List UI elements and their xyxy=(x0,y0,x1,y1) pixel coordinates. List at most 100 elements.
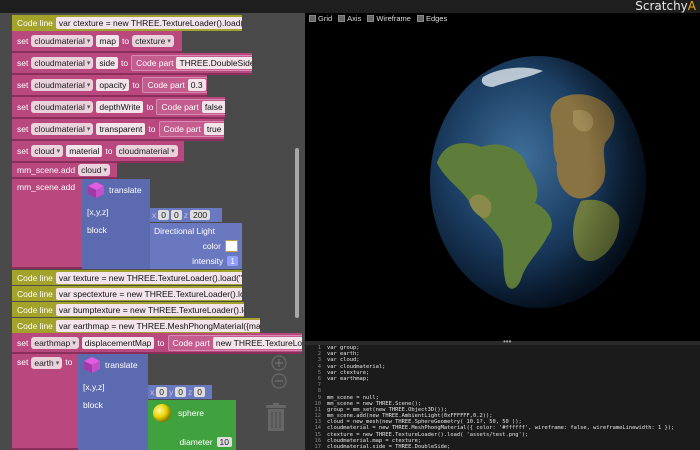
edges-checkbox[interactable] xyxy=(416,15,424,22)
property-field[interactable]: opacity xyxy=(96,79,130,91)
code-part-label: Code part xyxy=(136,58,174,68)
code-part-block[interactable]: Code part true xyxy=(158,121,224,137)
code-line-field[interactable]: var bumptexture = new THREE.TextureLoade… xyxy=(55,303,244,316)
set-map-block[interactable]: set cloudmaterial map to ctexture xyxy=(12,31,182,53)
y-value[interactable]: 0 xyxy=(170,210,182,220)
xyz-vector-block[interactable]: x 0 0 z 200 xyxy=(150,208,222,222)
code-line-field[interactable]: var earthmap = new THREE.MeshPhongMateri… xyxy=(55,319,260,332)
code-part-block[interactable]: Code part false xyxy=(156,99,225,115)
property-field[interactable]: material xyxy=(66,145,103,157)
grid-checkbox[interactable] xyxy=(309,15,316,22)
set-side-block[interactable]: set cloudmaterial side to Code partTHREE… xyxy=(12,53,252,75)
code-line-block[interactable]: Code line var ctexture = new THREE.Textu… xyxy=(12,15,242,31)
grid-toggle[interactable]: Grid xyxy=(309,13,332,24)
code-part-block[interactable]: Code partnew THREE.TextureLoad xyxy=(167,334,302,351)
grid-label: Grid xyxy=(318,14,333,23)
line-number: 17 xyxy=(314,444,322,450)
property-field[interactable]: transparent xyxy=(96,123,146,135)
property-field[interactable]: displacementMap xyxy=(81,336,155,349)
edges-toggle[interactable]: Edges xyxy=(416,13,447,24)
blocks-workspace[interactable]: Code line var ctexture = new THREE.Textu… xyxy=(0,13,305,450)
x-value[interactable]: 0 xyxy=(158,210,169,220)
object-dropdown[interactable]: cloudmaterial xyxy=(31,101,94,113)
translate-block[interactable]: translate [x,y,z] block xyxy=(78,354,148,450)
code-line-field[interactable]: var texture = new THREE.TextureLoader().… xyxy=(55,271,242,284)
code-part-label: Code part xyxy=(163,124,201,134)
code-line-block[interactable]: Code line var earthmap = new THREE.MeshP… xyxy=(12,318,260,333)
diameter-value[interactable]: 10 xyxy=(216,437,232,447)
x-value[interactable]: 0 xyxy=(156,387,167,397)
scene-add-light-block[interactable]: mm_scene.add xyxy=(12,179,82,269)
wireframe-checkbox[interactable] xyxy=(367,15,375,22)
code-line-field[interactable]: var ctexture = new THREE.TextureLoader()… xyxy=(55,17,242,29)
light-label: Directional Light xyxy=(154,225,215,236)
z-value[interactable]: 200 xyxy=(189,210,211,220)
diameter-label: diameter xyxy=(179,437,213,447)
property-field[interactable]: side xyxy=(96,57,119,69)
object-dropdown[interactable]: cloudmaterial xyxy=(31,57,94,69)
object-dropdown[interactable]: cloud xyxy=(31,145,64,157)
to-label: to xyxy=(121,58,129,68)
translate-block[interactable]: translate [x,y,z] block xyxy=(82,179,150,269)
object-dropdown[interactable]: cloudmaterial xyxy=(31,123,94,135)
code-part-field[interactable]: new THREE.TextureLoad xyxy=(212,336,302,349)
code-line[interactable]: cloudmaterial = new THREE.MeshPhongMater… xyxy=(327,425,674,431)
z-value[interactable]: 0 xyxy=(194,387,205,397)
wireframe-toggle[interactable]: Wireframe xyxy=(367,13,411,24)
code-part-label: Code part xyxy=(161,102,199,112)
code-content[interactable]: var group; var earth; var cloud; var cloudm… xyxy=(327,345,674,450)
set-depthwrite-block[interactable]: set cloudmaterial depthWrite to Code par… xyxy=(12,97,225,119)
code-line-block[interactable]: Code line var bumptexture = new THREE.Te… xyxy=(12,302,244,317)
zoom-in-icon[interactable] xyxy=(271,355,287,371)
y-value[interactable]: 0 xyxy=(175,387,186,397)
set-earthmap-block[interactable]: set earthmap displacementMap to Code par… xyxy=(12,333,302,354)
set-label: set xyxy=(17,124,29,134)
code-line-block[interactable]: Code line var texture = new THREE.Textur… xyxy=(12,270,242,285)
object-dropdown[interactable]: earthmap xyxy=(31,336,79,349)
property-field[interactable]: depthWrite xyxy=(96,101,144,113)
code-editor[interactable]: 1 2 3 4 5 6 7 8 9 10 11 12 13 14 15 16 17 var group; var … xyxy=(305,345,700,450)
code-line-block[interactable]: Code line var spectexture = new THREE.Te… xyxy=(12,286,242,301)
directional-light-block[interactable]: Directional Light color intensity 1 xyxy=(150,223,242,269)
value-dropdown[interactable]: cloudmaterial xyxy=(115,145,178,157)
to-label: to xyxy=(157,337,165,348)
property-field[interactable]: map xyxy=(96,35,119,47)
line-number-gutter: 1 2 3 4 5 6 7 8 9 10 11 12 13 14 15 16 17 xyxy=(305,345,322,450)
axis-toggle[interactable]: Axis xyxy=(338,13,361,24)
object-dropdown[interactable]: earth xyxy=(31,357,63,369)
scene-add-label: mm_scene.add xyxy=(17,182,76,192)
scene-add-cloud-block[interactable]: mm_scene.add cloud xyxy=(12,163,117,179)
brand-accent: A xyxy=(687,0,696,13)
code-line[interactable]: cloudmaterial.side = THREE.DoubleSide; xyxy=(327,444,674,450)
trash-icon[interactable] xyxy=(265,403,287,433)
to-label: to xyxy=(65,357,73,367)
code-part-block[interactable]: Code part THREE.DoubleSide xyxy=(131,55,252,71)
set-opacity-block[interactable]: set cloudmaterial opacity to Code part0.… xyxy=(12,75,207,97)
code-part-field[interactable]: 0.3 xyxy=(187,79,206,91)
block-label: block xyxy=(83,400,103,410)
set-earth-block[interactable]: set earth to xyxy=(12,354,78,450)
color-swatch[interactable] xyxy=(225,239,238,252)
code-line-label: Code line xyxy=(17,18,53,28)
zoom-out-icon[interactable] xyxy=(271,373,287,389)
value-dropdown[interactable]: cloud xyxy=(78,164,110,176)
xyz-vector-block[interactable]: x 0 y 0 z 0 xyxy=(148,385,212,399)
code-part-field[interactable]: THREE.DoubleSide xyxy=(176,57,252,69)
set-label: set xyxy=(17,58,29,68)
code-part-field[interactable]: true xyxy=(203,123,224,135)
color-label: color xyxy=(202,240,221,251)
axis-checkbox[interactable] xyxy=(338,15,346,22)
set-transparent-block[interactable]: set cloudmaterial transparent to Code pa… xyxy=(12,119,224,141)
value-dropdown[interactable]: ctexture xyxy=(132,35,174,47)
workspace-vertical-scrollbar[interactable] xyxy=(295,148,299,318)
object-dropdown[interactable]: cloudmaterial xyxy=(31,35,94,47)
object-dropdown[interactable]: cloudmaterial xyxy=(31,79,94,91)
intensity-value[interactable]: 1 xyxy=(227,256,238,267)
sphere-block[interactable]: sphere diameter 10 xyxy=(148,400,236,450)
3d-viewport[interactable]: Grid Axis Wireframe Edges xyxy=(305,13,700,341)
code-part-field[interactable]: false xyxy=(201,101,225,113)
cube-icon xyxy=(84,357,100,373)
code-line-field[interactable]: var spectexture = new THREE.TextureLoade… xyxy=(55,287,242,300)
set-cloud-material-block[interactable]: set cloud material to cloudmaterial xyxy=(12,141,184,163)
code-part-block[interactable]: Code part 0.3 xyxy=(142,77,207,93)
